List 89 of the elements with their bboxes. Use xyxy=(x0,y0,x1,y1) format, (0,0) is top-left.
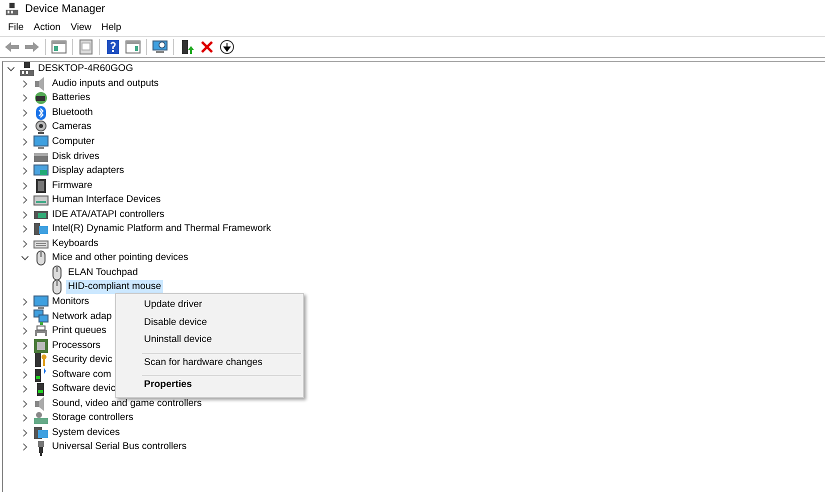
tree-item[interactable]: ELAN Touchpad xyxy=(66,266,140,280)
expand-chevron-icon[interactable] xyxy=(20,93,30,104)
tree-item[interactable]: Mice and other pointing devices xyxy=(50,251,190,266)
context-menu-item[interactable]: Scan for hardware changes xyxy=(142,352,301,371)
download-circle-icon xyxy=(219,39,235,55)
forward-arrow-icon xyxy=(24,39,40,55)
tree-item[interactable]: Network adap xyxy=(50,310,114,324)
add-driver-icon xyxy=(179,39,195,55)
menu-item[interactable]: Help xyxy=(96,22,126,32)
tree-item[interactable]: Computer xyxy=(50,135,97,149)
expand-chevron-icon[interactable] xyxy=(20,78,30,89)
menu-item[interactable]: File xyxy=(3,22,29,32)
expand-chevron-icon[interactable] xyxy=(20,297,30,308)
tree-item[interactable]: DESKTOP-4R60GOG xyxy=(36,62,136,76)
back-arrow-icon xyxy=(4,39,20,55)
app-icon xyxy=(5,2,19,16)
expand-chevron-icon[interactable] xyxy=(20,413,30,424)
device-icon xyxy=(33,366,49,383)
tree-item[interactable]: IDE ATA/ATAPI controllers xyxy=(50,208,166,222)
expand-chevron-icon[interactable] xyxy=(20,312,30,322)
tree-item[interactable]: HID-compliant mouse xyxy=(66,280,164,294)
expand-chevron-icon[interactable] xyxy=(20,238,30,249)
tree-item[interactable]: Monitors xyxy=(50,295,92,310)
expand-chevron-icon[interactable] xyxy=(20,210,30,220)
tree-item[interactable]: Cameras xyxy=(50,120,94,134)
expand-chevron-icon[interactable] xyxy=(20,108,30,118)
expand-chevron-icon[interactable] xyxy=(20,224,30,234)
tree-pane-icon xyxy=(51,39,67,55)
tree-item[interactable]: Disk drives xyxy=(50,150,102,164)
tree-item[interactable]: Storage controllers xyxy=(50,411,136,426)
window-title: Device Manager xyxy=(25,3,106,15)
expand-chevron-icon[interactable] xyxy=(20,384,30,394)
expand-chevron-icon[interactable] xyxy=(20,398,30,409)
tree-item[interactable]: Universal Serial Bus controllers xyxy=(50,440,189,454)
context-menu-item[interactable]: Update driver xyxy=(116,296,303,314)
storage-icon xyxy=(33,410,49,426)
action-pane-button[interactable] xyxy=(123,38,143,56)
expand-chevron-icon[interactable] xyxy=(20,428,30,438)
tree-item[interactable]: Firmware xyxy=(50,178,94,193)
tree-item[interactable]: Audio inputs and outputs xyxy=(50,76,161,91)
monitor-icon xyxy=(33,134,49,150)
battery-icon xyxy=(33,90,49,106)
tree-item[interactable]: Software devic xyxy=(50,382,118,396)
tree-item[interactable]: Keyboards xyxy=(50,236,100,251)
network-icon xyxy=(33,308,49,325)
webcam-icon xyxy=(33,119,49,136)
uninstall-icon xyxy=(199,39,215,55)
context-menu-item[interactable]: Uninstall device xyxy=(116,331,303,348)
tree-item[interactable]: Print queues xyxy=(50,324,108,338)
tree-pane-button[interactable] xyxy=(49,38,69,56)
system-icon xyxy=(33,424,49,441)
tree-item[interactable]: System devices xyxy=(50,426,122,440)
scan-monitor-icon xyxy=(152,39,168,55)
expand-chevron-icon[interactable] xyxy=(20,355,30,366)
monitor-icon xyxy=(33,294,49,310)
tree-item[interactable]: Display adapters xyxy=(50,164,126,178)
tree-item[interactable]: Security devic xyxy=(50,353,114,368)
computer-icon xyxy=(19,61,35,78)
expand-chevron-icon[interactable] xyxy=(20,122,30,132)
expand-chevron-icon[interactable] xyxy=(20,166,30,176)
tree-item[interactable]: Sound, video and game controllers xyxy=(50,396,204,411)
key-device-icon xyxy=(33,352,49,368)
expand-chevron-icon[interactable] xyxy=(20,152,30,162)
expand-chevron-icon[interactable] xyxy=(20,340,30,351)
context-menu-item[interactable]: Properties xyxy=(142,375,301,394)
tree-item[interactable]: Bluetooth xyxy=(50,106,95,120)
expand-chevron-icon[interactable] xyxy=(20,180,30,191)
expand-chevron-icon[interactable] xyxy=(20,195,30,206)
tree-item[interactable]: Human Interface Devices xyxy=(50,193,163,208)
expand-chevron-icon[interactable] xyxy=(20,326,30,336)
expand-chevron-icon[interactable] xyxy=(20,137,30,147)
tree-item[interactable]: Software com xyxy=(50,368,114,382)
tree-item[interactable]: Processors xyxy=(50,338,102,353)
scan-monitor-button[interactable] xyxy=(150,38,170,56)
help-icon xyxy=(105,39,121,55)
chip-icon xyxy=(33,178,49,194)
context-menu-item[interactable]: Disable device xyxy=(116,314,303,331)
download-circle-button[interactable] xyxy=(217,38,237,56)
processor-icon xyxy=(33,338,49,354)
expand-chevron-icon[interactable] xyxy=(20,442,30,452)
computer-icon xyxy=(33,221,49,238)
properties-sheet-icon xyxy=(78,39,94,55)
expand-chevron-icon[interactable] xyxy=(20,370,30,380)
bluetooth-icon xyxy=(33,104,49,121)
menu-item[interactable]: Action xyxy=(28,22,66,32)
tree-item[interactable]: Intel(R) Dynamic Platform and Thermal Framework xyxy=(50,222,273,236)
action-pane-icon xyxy=(125,39,141,55)
tree-item[interactable]: Batteries xyxy=(50,91,92,106)
menu-item[interactable]: View xyxy=(66,22,96,32)
